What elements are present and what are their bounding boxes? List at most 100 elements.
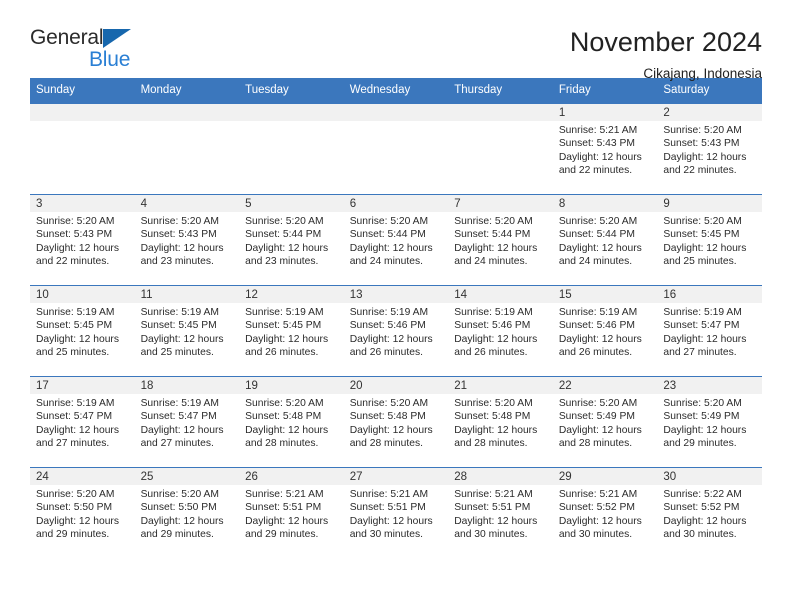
calendar-day-cell[interactable]: 15 Sunrise: 5:19 AM Sunset: 5:46 PM Dayligh… (552, 286, 658, 376)
calendar-day-cell[interactable]: 5 Sunrise: 5:20 AM Sunset: 5:44 PM Daylight… (239, 195, 344, 285)
day-details: Sunrise: 5:19 AM Sunset: 5:46 PM Daylight:… (448, 303, 553, 360)
calendar-cell: 20 Sunrise: 5:20 AM Sunset: 5:48 PM Dayligh… (343, 376, 449, 468)
sunset-text: Sunset: 5:47 PM (663, 320, 740, 332)
day-number: 17 (30, 377, 135, 394)
calendar-day-cell[interactable]: 1 Sunrise: 5:21 AM Sunset: 5:43 PM Daylight… (552, 104, 658, 194)
calendar-day-cell-empty (343, 104, 449, 194)
sunrise-text: Sunrise: 5:21 AM (454, 489, 533, 500)
daylight-text: and 24 minutes. (558, 256, 633, 268)
daylight-text: Daylight: 12 hours (349, 242, 433, 254)
calendar-day-cell[interactable]: 17 Sunrise: 5:19 AM Sunset: 5:47 PM Dayligh… (30, 377, 135, 467)
calendar-day-cell[interactable]: 11 Sunrise: 5:19 AM Sunset: 5:45 PM Dayligh… (134, 286, 240, 376)
calendar-day-cell[interactable]: 9 Sunrise: 5:20 AM Sunset: 5:45 PM Daylight… (657, 195, 762, 285)
sunset-text: Sunset: 5:48 PM (245, 411, 322, 423)
sunrise-text: Sunrise: 5:20 AM (663, 216, 742, 227)
sunset-text: Sunset: 5:47 PM (36, 411, 113, 423)
day-number: 25 (134, 468, 240, 485)
daylight-text: and 25 minutes. (663, 256, 737, 268)
daylight-text: and 29 minutes. (140, 529, 214, 541)
day-number: 4 (134, 195, 240, 212)
day-details: Sunrise: 5:20 AM Sunset: 5:43 PM Daylight:… (135, 212, 240, 269)
day-number: 7 (448, 195, 553, 212)
sunset-text: Sunset: 5:44 PM (558, 229, 635, 241)
daylight-text: Daylight: 12 hours (245, 424, 329, 436)
calendar-cell: 7 Sunrise: 5:20 AM Sunset: 5:44 PM Daylight… (448, 194, 553, 286)
calendar-day-cell[interactable]: 13 Sunrise: 5:19 AM Sunset: 5:46 PM Dayligh… (343, 286, 449, 376)
calendar-day-cell[interactable]: 27 Sunrise: 5:21 AM Sunset: 5:51 PM Dayligh… (343, 468, 449, 558)
daylight-text: and 28 minutes. (454, 438, 528, 450)
day-number: 13 (343, 286, 449, 303)
calendar-day-cell[interactable]: 8 Sunrise: 5:20 AM Sunset: 5:44 PM Daylight… (552, 195, 658, 285)
day-details: Sunrise: 5:20 AM Sunset: 5:50 PM Daylight:… (135, 485, 240, 542)
daylight-text: and 22 minutes. (36, 256, 110, 268)
calendar-day-cell[interactable]: 2 Sunrise: 5:20 AM Sunset: 5:43 PM Daylight… (657, 104, 762, 194)
day-details: Sunrise: 5:19 AM Sunset: 5:47 PM Daylight:… (657, 303, 762, 360)
sunset-text: Sunset: 5:46 PM (454, 320, 531, 332)
sunrise-text: Sunrise: 5:20 AM (454, 398, 533, 409)
calendar-day-cell[interactable]: 16 Sunrise: 5:19 AM Sunset: 5:47 PM Dayligh… (657, 286, 762, 376)
daylight-text: Daylight: 12 hours (140, 333, 224, 345)
calendar-page: General Blue November 2024 Cikajang, Ind… (0, 0, 792, 612)
calendar-day-cell[interactable]: 4 Sunrise: 5:20 AM Sunset: 5:43 PM Daylight… (134, 195, 240, 285)
calendar-day-cell[interactable]: 29 Sunrise: 5:21 AM Sunset: 5:52 PM Dayligh… (552, 468, 658, 558)
sunrise-text: Sunrise: 5:19 AM (36, 307, 115, 318)
daylight-text: and 24 minutes. (349, 256, 423, 268)
sunrise-text: Sunrise: 5:20 AM (36, 216, 115, 227)
sunset-text: Sunset: 5:45 PM (140, 320, 217, 332)
calendar-cell (30, 103, 135, 195)
day-details: Sunrise: 5:20 AM Sunset: 5:50 PM Daylight:… (30, 485, 135, 542)
day-number: 23 (657, 377, 762, 394)
calendar-day-cell[interactable]: 20 Sunrise: 5:20 AM Sunset: 5:48 PM Dayligh… (343, 377, 449, 467)
sunset-text: Sunset: 5:51 PM (454, 502, 531, 514)
sunrise-text: Sunrise: 5:20 AM (349, 398, 429, 409)
daylight-text: Daylight: 12 hours (454, 333, 538, 345)
sunset-text: Sunset: 5:49 PM (558, 411, 635, 423)
calendar-day-cell[interactable]: 25 Sunrise: 5:20 AM Sunset: 5:50 PM Dayligh… (134, 468, 240, 558)
day-details: Sunrise: 5:20 AM Sunset: 5:44 PM Daylight:… (553, 212, 658, 269)
calendar-day-cell[interactable]: 19 Sunrise: 5:20 AM Sunset: 5:48 PM Dayligh… (239, 377, 344, 467)
weekday-header-wednesday: Wednesday (343, 78, 449, 104)
calendar-day-cell[interactable]: 18 Sunrise: 5:19 AM Sunset: 5:47 PM Dayligh… (134, 377, 240, 467)
day-number: 30 (657, 468, 762, 485)
calendar-day-cell[interactable]: 12 Sunrise: 5:19 AM Sunset: 5:45 PM Dayligh… (239, 286, 344, 376)
calendar-day-cell[interactable]: 26 Sunrise: 5:21 AM Sunset: 5:51 PM Dayligh… (239, 468, 344, 558)
day-details: Sunrise: 5:20 AM Sunset: 5:43 PM Daylight:… (657, 121, 762, 178)
sunset-text: Sunset: 5:44 PM (349, 229, 426, 241)
day-details: Sunrise: 5:19 AM Sunset: 5:46 PM Daylight:… (344, 303, 449, 360)
day-number: 26 (239, 468, 344, 485)
calendar-week-row: 24 Sunrise: 5:20 AM Sunset: 5:50 PM Dayligh… (30, 467, 762, 558)
calendar-cell: 18 Sunrise: 5:19 AM Sunset: 5:47 PM Dayligh… (134, 376, 240, 468)
calendar-day-cell[interactable]: 22 Sunrise: 5:20 AM Sunset: 5:49 PM Dayligh… (552, 377, 658, 467)
calendar-day-cell[interactable]: 7 Sunrise: 5:20 AM Sunset: 5:44 PM Daylight… (448, 195, 553, 285)
calendar-day-cell[interactable]: 10 Sunrise: 5:19 AM Sunset: 5:45 PM Dayligh… (30, 286, 135, 376)
triangle-icon (103, 29, 131, 48)
calendar-day-cell[interactable]: 28 Sunrise: 5:21 AM Sunset: 5:51 PM Dayligh… (448, 468, 553, 558)
sunset-text: Sunset: 5:51 PM (245, 502, 322, 514)
daylight-text: Daylight: 12 hours (558, 242, 642, 254)
sunset-text: Sunset: 5:45 PM (36, 320, 113, 332)
day-number: 19 (239, 377, 344, 394)
sunset-text: Sunset: 5:43 PM (36, 229, 113, 241)
sunrise-text: Sunrise: 5:20 AM (245, 398, 324, 409)
sunset-text: Sunset: 5:52 PM (663, 502, 740, 514)
calendar-day-cell[interactable]: 24 Sunrise: 5:20 AM Sunset: 5:50 PM Dayligh… (30, 468, 135, 558)
calendar-day-cell[interactable]: 21 Sunrise: 5:20 AM Sunset: 5:48 PM Dayligh… (448, 377, 553, 467)
daylight-text: Daylight: 12 hours (245, 242, 329, 254)
calendar-day-cell[interactable]: 30 Sunrise: 5:22 AM Sunset: 5:52 PM Dayligh… (657, 468, 762, 558)
day-number: 22 (552, 377, 658, 394)
weekday-header-monday: Monday (134, 78, 240, 104)
daylight-text: and 27 minutes. (36, 438, 110, 450)
calendar-day-cell[interactable]: 6 Sunrise: 5:20 AM Sunset: 5:44 PM Daylight… (343, 195, 449, 285)
day-number: 10 (30, 286, 135, 303)
calendar-cell: 21 Sunrise: 5:20 AM Sunset: 5:48 PM Dayligh… (448, 376, 553, 468)
day-number: 3 (30, 195, 135, 212)
sunset-text: Sunset: 5:46 PM (558, 320, 635, 332)
title-block: November 2024 Cikajang, Indonesia (570, 26, 762, 84)
calendar-day-cell-empty (448, 104, 553, 194)
calendar-day-cell[interactable]: 14 Sunrise: 5:19 AM Sunset: 5:46 PM Dayligh… (448, 286, 553, 376)
sunset-text: Sunset: 5:51 PM (349, 502, 426, 514)
calendar-day-cell[interactable]: 23 Sunrise: 5:20 AM Sunset: 5:49 PM Dayligh… (657, 377, 762, 467)
calendar-day-cell[interactable]: 3 Sunrise: 5:20 AM Sunset: 5:43 PM Daylight… (30, 195, 135, 285)
day-number: 5 (239, 195, 344, 212)
general-blue-logo[interactable]: General Blue (30, 26, 145, 72)
